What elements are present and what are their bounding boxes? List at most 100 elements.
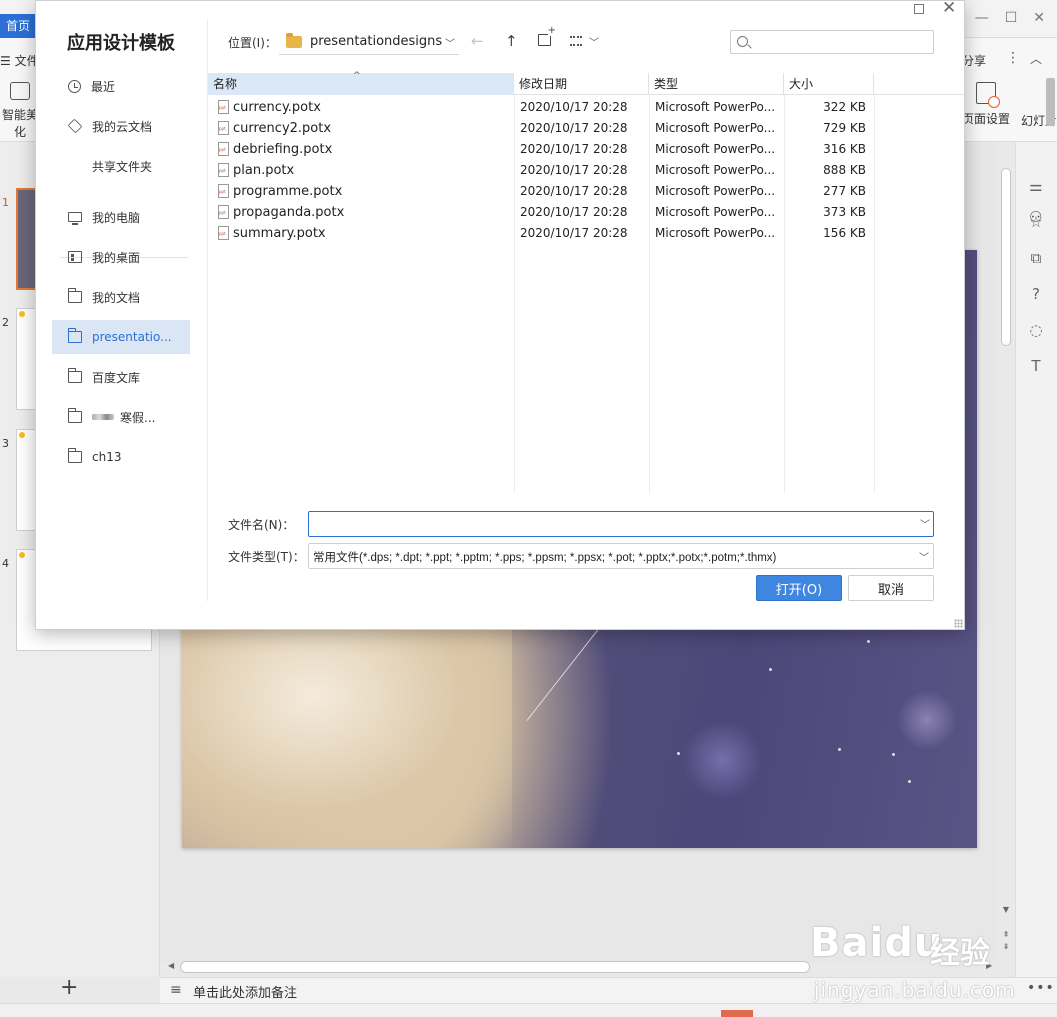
resize-grip[interactable] [954,619,963,628]
column-header-modified[interactable]: 修改日期 [514,73,649,95]
sidebar-item-baidu-library[interactable]: 百度文库 [52,360,190,394]
chevron-down-icon[interactable]: ﹀ [920,516,930,531]
share-button[interactable]: 分享 [962,52,986,69]
folder-icon [68,368,82,383]
file-row[interactable]: plan.potx 2020/10/17 20:28 Microsoft Pow… [208,160,964,181]
chevron-down-icon: ﹀ [919,553,929,564]
slide-number: 1 [2,196,9,209]
search-box[interactable] [730,30,934,54]
ppt-file-icon [218,205,229,219]
file-modified: 2020/10/17 20:28 [520,205,628,219]
close-icon[interactable]: ✕ [942,0,956,18]
file-size: 277 KB [823,184,866,198]
ppt-file-icon [218,226,229,240]
up-arrow-icon[interactable]: ↑ [505,32,518,50]
more-options-icon[interactable]: ⋮ [1006,50,1020,66]
watermark-cn: 经验 [930,936,990,971]
file-type: Microsoft PowerPo... [655,184,776,198]
sidebar-item-ch13[interactable]: ch13 [52,440,190,474]
cat-illustration [182,630,512,848]
filename-label: 文件名(N)： [228,518,295,532]
folder-icon [68,448,82,463]
horizontal-scroll-thumb[interactable] [180,961,810,973]
sparkle [677,752,680,755]
file-modified: 2020/10/17 20:28 [520,142,628,156]
ppt-file-icon [218,163,229,177]
notes-placeholder[interactable]: 单击此处添加备注 [193,982,297,1001]
sidebar-item-presentation-designs[interactable]: presentatio... [52,320,190,354]
help-icon[interactable]: ? [1027,285,1045,303]
file-row[interactable]: summary.potx 2020/10/17 20:28 Microsoft … [208,223,964,244]
file-type: Microsoft PowerPo... [655,100,776,114]
page-setup-button[interactable]: 页面设置 [962,82,1010,127]
window-controls: — ☐ ✕ [975,10,1045,26]
filetype-value: 常用文件(*.dps; *.dpt; *.ppt; *.pptm; *.pps;… [313,552,777,564]
location-label: 位置(I)： [228,36,277,50]
baidu-jingyan-watermark: Baidu 经验 jingyan.baidu.com [810,900,1015,1010]
open-button[interactable]: 打开(O) [756,575,842,601]
file-name: currency2.potx [233,121,332,136]
sparkle [867,640,870,643]
cancel-button[interactable]: 取消 [848,575,934,601]
bullet-icon [19,311,25,317]
file-type: Microsoft PowerPo... [655,163,776,177]
column-header-size[interactable]: 大小 [784,73,874,95]
file-modified: 2020/10/17 20:28 [520,226,628,240]
maximize-icon[interactable] [914,4,924,14]
file-row[interactable]: currency.potx 2020/10/17 20:28 Microsoft… [208,97,964,118]
new-folder-icon[interactable] [538,26,556,46]
sidebar-item-my-documents[interactable]: 我的文档 [52,280,190,314]
transition-icon[interactable]: ⧉ [1027,249,1045,267]
minimize-icon[interactable]: — [975,10,989,26]
computer-icon [68,212,82,225]
location-value: presentationdesigns [310,34,443,49]
file-row[interactable]: currency2.potx 2020/10/17 20:28 Microsof… [208,118,964,139]
apply-design-template-dialog: 应用设计模板 ✕ 最近 我的云文档 共享文件夹 我的电脑 我的桌面 我的文档 [35,0,1042,630]
properties-icon[interactable]: ⚌ [1027,177,1045,195]
filetype-label: 文件类型(T)： [228,550,305,564]
text-icon[interactable]: T [1027,357,1045,375]
ribbon-scrollbar[interactable] [1046,78,1055,126]
file-row[interactable]: programme.potx 2020/10/17 20:28 Microsof… [208,181,964,202]
filename-input[interactable] [308,511,934,537]
file-name: debriefing.potx [233,142,333,157]
back-arrow-icon[interactable]: ← [471,32,484,50]
sort-ascending-icon: ^ [353,71,361,81]
maximize-icon[interactable]: ☐ [1005,10,1018,26]
dialog-title: 应用设计模板 [67,33,175,54]
column-header-type[interactable]: 类型 [649,73,784,95]
cube-icon [10,82,30,100]
sidebar-item-shared-folder[interactable]: 共享文件夹 [52,149,1042,227]
sparkle [838,748,841,751]
sidebar-item-recent[interactable]: 最近 [52,69,190,103]
home-tab[interactable]: 首页 [0,14,36,38]
chevron-down-icon[interactable]: ﹀ [589,34,599,49]
more-icon[interactable]: ••• [1027,980,1055,996]
add-slide-icon[interactable]: + [60,975,78,1000]
file-row[interactable]: debriefing.potx 2020/10/17 20:28 Microso… [208,139,964,160]
sparkle [908,780,911,783]
notes-icon: ≡ [170,982,182,998]
sidebar-item-my-desktop[interactable]: 我的桌面 [52,240,190,274]
file-menu[interactable]: ☰ 文件 [0,52,39,69]
search-input[interactable] [753,33,929,51]
cloud-doc-icon [67,118,83,134]
collapse-ribbon-icon[interactable]: ︿ [1030,50,1042,67]
file-name: propaganda.potx [233,205,345,220]
sidebar-item-winter-holiday[interactable]: 寒假... [52,400,190,434]
column-header-name[interactable]: 名称 ^ [208,71,514,95]
close-icon[interactable]: ✕ [1033,10,1045,26]
sidebar-item-cloud-docs[interactable]: 我的云文档 [52,109,190,143]
desktop-icon [68,251,82,263]
vertical-scroll-thumb[interactable] [1001,168,1011,346]
scroll-left-icon[interactable]: ◀ [168,961,174,970]
sidebar-item-my-computer[interactable]: 我的电脑 [52,200,190,234]
file-modified: 2020/10/17 20:28 [520,121,628,135]
file-row[interactable]: propaganda.potx 2020/10/17 20:28 Microso… [208,202,964,223]
filetype-select[interactable]: 常用文件(*.dps; *.dpt; *.ppt; *.pptm; *.pps;… [308,543,934,569]
status-badge[interactable] [721,1010,753,1017]
ai-beautify-button[interactable]: 智能美化 [0,82,40,140]
view-mode-icon[interactable] [570,36,582,46]
location-dropdown[interactable]: presentationdesigns ﹀ [279,29,459,55]
lightbulb-icon[interactable]: ◌ [1027,321,1045,339]
